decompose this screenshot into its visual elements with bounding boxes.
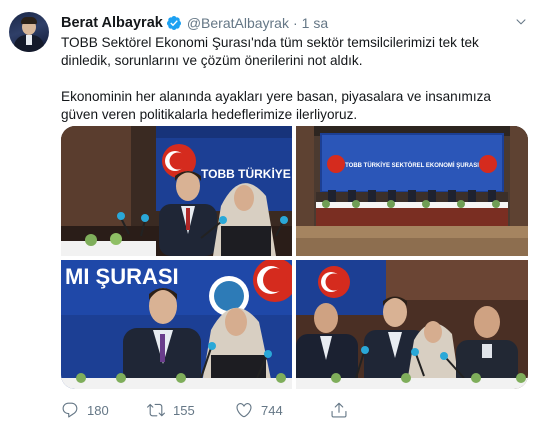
tweet-actions: 180 155 744 — [61, 400, 501, 420]
chevron-down-icon[interactable] — [513, 14, 529, 30]
tweet-paragraph-1: TOBB Sektörel Ekonomi Şurası'nda tüm sek… — [61, 35, 479, 68]
reply-count: 180 — [87, 402, 109, 418]
reply-icon — [62, 402, 78, 418]
photo-4[interactable] — [296, 260, 528, 389]
author-name[interactable]: Berat Albayrak — [61, 15, 163, 31]
heart-icon — [236, 403, 252, 418]
photo-3[interactable]: MI ŞURASI — [61, 260, 292, 389]
photo-grid: TOBB TÜRKİYE SEKT — [61, 126, 528, 389]
photo-2[interactable]: TOBB TÜRKİYE SEKTÖREL EKONOMİ ŞURASI — [296, 126, 528, 256]
author-handle[interactable]: @BeratAlbayrak — [187, 15, 289, 31]
tweet-paragraph-2: Ekonominin her alanında ayakları yere ba… — [61, 89, 491, 122]
reply-button[interactable]: 180 — [61, 400, 109, 420]
photo-1[interactable]: TOBB TÜRKİYE SEKT — [61, 126, 292, 256]
banner-text-1: TOBB TÜRKİYE SEKT — [201, 166, 292, 181]
avatar[interactable] — [9, 12, 49, 52]
tweet[interactable]: Berat Albayrak @BeratAlbayrak · 1 sa TOB… — [0, 0, 537, 429]
retweet-icon — [147, 403, 165, 417]
banner-text-3: MI ŞURASI — [65, 264, 179, 289]
share-icon — [331, 402, 347, 418]
share-button[interactable] — [330, 400, 348, 420]
like-button[interactable]: 744 — [235, 400, 283, 420]
retweet-count: 155 — [173, 402, 195, 418]
tweet-header: Berat Albayrak @BeratAlbayrak · 1 sa — [61, 13, 328, 33]
like-count: 744 — [261, 402, 283, 418]
timestamp[interactable]: 1 sa — [302, 15, 328, 31]
separator-dot: · — [292, 15, 298, 31]
verified-badge-icon — [166, 16, 181, 30]
banner-text-2: TOBB TÜRKİYE SEKTÖREL EKONOMİ ŞURASI — [345, 162, 479, 169]
retweet-button[interactable]: 155 — [147, 400, 195, 420]
tweet-text: TOBB Sektörel Ekonomi Şurası'nda tüm sek… — [61, 34, 531, 124]
